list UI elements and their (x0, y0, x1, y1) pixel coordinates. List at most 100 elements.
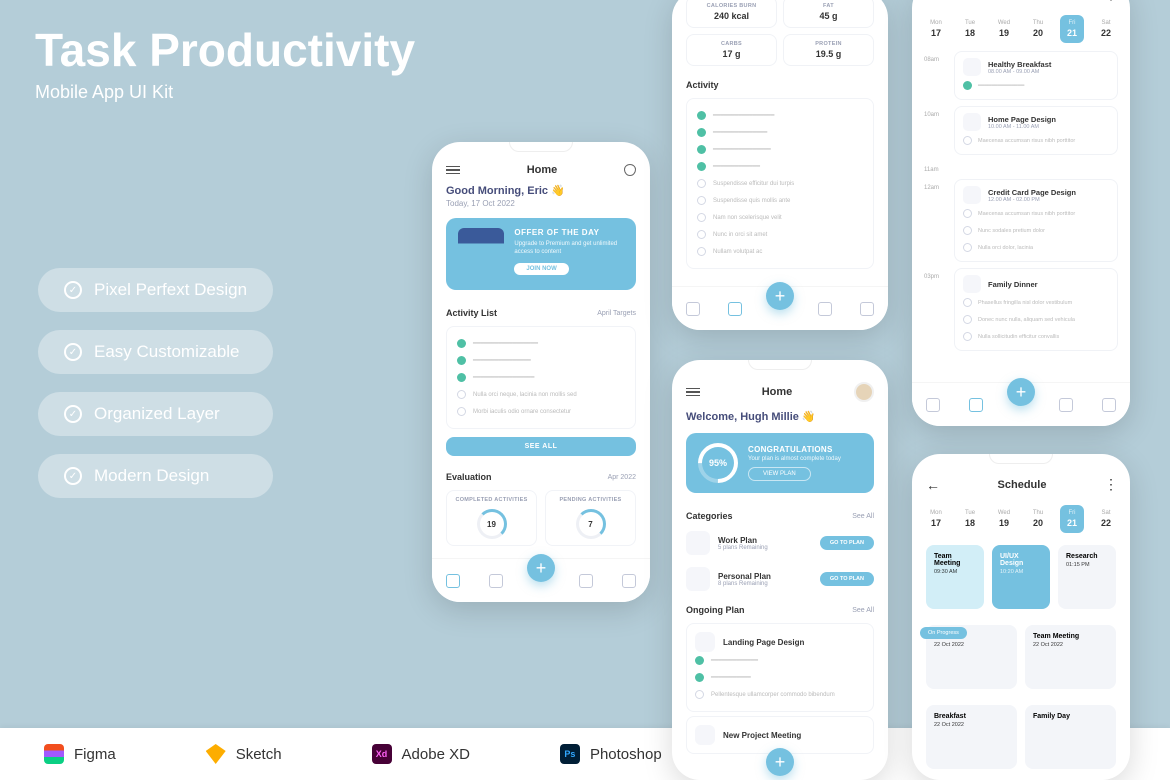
see-all-link[interactable]: See All (852, 513, 874, 520)
check-todo-icon[interactable] (695, 690, 704, 699)
chart-icon[interactable] (818, 302, 832, 316)
profile-icon[interactable] (1102, 398, 1116, 412)
home-icon[interactable] (446, 574, 460, 588)
check-todo-icon[interactable] (697, 230, 706, 239)
check-icon[interactable] (963, 332, 972, 341)
join-now-button[interactable]: JOIN NOW (514, 263, 568, 275)
day-cell[interactable]: Mon17 (924, 15, 948, 43)
check-todo-icon[interactable] (457, 390, 466, 399)
event-card[interactable]: Family DinnerPhasellus fringilla nisl do… (954, 268, 1118, 351)
event-card[interactable]: Healthy Breakfast08.00 AM - 09.00 AM━━━━… (954, 51, 1118, 100)
task-icon (695, 632, 715, 652)
greeting: Good Morning, Eric 👋 (446, 184, 636, 197)
menu-icon[interactable] (446, 166, 460, 175)
check-todo-icon[interactable] (697, 213, 706, 222)
stat-card[interactable]: CARBS17 g (686, 34, 777, 66)
go-to-plan-button[interactable]: GO TO PLAN (820, 536, 874, 550)
offer-card[interactable]: OFFER OF THE DAY Upgrade to Premium and … (446, 218, 636, 290)
see-all-link[interactable]: See All (852, 607, 874, 614)
day-cell[interactable]: Mon17 (924, 505, 948, 533)
check-icon: ✓ (64, 467, 82, 485)
day-cell[interactable]: Thu20 (1026, 15, 1050, 43)
check-todo-icon[interactable] (697, 179, 706, 188)
day-cell[interactable]: Sat22 (1094, 15, 1118, 43)
more-icon[interactable]: ⋮ (1104, 0, 1116, 3)
day-cell[interactable]: Tue18 (958, 15, 982, 43)
offer-illustration (458, 228, 504, 280)
event-card[interactable]: Home Page Design10.00 AM - 11.00 AMMaece… (954, 106, 1118, 155)
check-icon[interactable] (963, 298, 972, 307)
check-done-icon[interactable] (457, 356, 466, 365)
calendar-icon[interactable] (728, 302, 742, 316)
schedule-card[interactable]: Family Day (1025, 705, 1116, 769)
feature-pill: ✓Modern Design (38, 454, 273, 498)
check-todo-icon[interactable] (697, 196, 706, 205)
category-item[interactable]: Work Plan5 plans RemainingGO TO PLAN (672, 525, 888, 561)
stat-card[interactable]: PROTEIN19.5 g (783, 34, 874, 66)
check-todo-icon[interactable] (697, 247, 706, 256)
figma-icon (44, 744, 64, 764)
day-cell[interactable]: Wed19 (992, 15, 1016, 43)
go-to-plan-button[interactable]: GO TO PLAN (820, 572, 874, 586)
completed-card[interactable]: COMPLETED ACTIVITIES19 (446, 490, 537, 546)
profile-icon[interactable] (622, 574, 636, 588)
greeting-date: Today, 17 Oct 2022 (446, 199, 636, 208)
schedule-card[interactable]: Team Meeting09:30 AM (926, 545, 984, 609)
check-done-icon[interactable] (697, 128, 706, 137)
check-done-icon[interactable] (457, 373, 466, 382)
check-done-icon[interactable] (695, 673, 704, 682)
more-icon[interactable]: ⋮ (1104, 476, 1116, 493)
phone-stats: CALORIES BURN240 kcal FAT45 g CARBS17 g … (672, 0, 888, 330)
check-done-icon[interactable] (695, 656, 704, 665)
hero-title: Task Productivity (35, 25, 415, 76)
avatar[interactable] (854, 382, 874, 402)
stat-card[interactable]: FAT45 g (783, 0, 874, 28)
day-cell[interactable]: Thu20 (1026, 505, 1050, 533)
bell-icon[interactable] (624, 164, 636, 176)
fab-add-button[interactable]: + (766, 748, 794, 776)
schedule-card[interactable]: Research01:15 PM (1058, 545, 1116, 609)
chart-icon[interactable] (1059, 398, 1073, 412)
see-all-button[interactable]: SEE ALL (446, 437, 636, 456)
event-icon (963, 186, 981, 204)
check-done-icon[interactable] (697, 111, 706, 120)
schedule-card[interactable]: UI/UX Design10:20 AM (992, 545, 1050, 609)
day-cell[interactable]: Fri21 (1060, 505, 1084, 533)
calendar-icon[interactable] (489, 574, 503, 588)
day-cell[interactable]: Tue18 (958, 505, 982, 533)
check-icon[interactable] (963, 243, 972, 252)
fab-add-button[interactable]: + (766, 282, 794, 310)
day-cell[interactable]: Wed19 (992, 505, 1016, 533)
check-icon[interactable] (963, 315, 972, 324)
check-todo-icon[interactable] (457, 407, 466, 416)
category-item[interactable]: Personal Plan8 plans RemainingGO TO PLAN (672, 561, 888, 597)
day-cell[interactable]: Sat22 (1094, 505, 1118, 533)
menu-icon[interactable] (686, 388, 700, 397)
home-icon[interactable] (926, 398, 940, 412)
home-icon[interactable] (686, 302, 700, 316)
page-title: Home (527, 164, 558, 176)
schedule-card[interactable]: Team Meeting22 Oct 2022 (1025, 625, 1116, 689)
schedule-card[interactable]: Breakfast22 Oct 2022 (926, 705, 1017, 769)
pending-card[interactable]: PENDING ACTIVITIES7 (545, 490, 636, 546)
congrats-card[interactable]: 95% CONGRATULATIONS Your plan is almost … (686, 433, 874, 493)
day-cell[interactable]: Fri21 (1060, 15, 1084, 43)
calendar-icon[interactable] (969, 398, 983, 412)
fab-add-button[interactable]: + (527, 554, 555, 582)
event-card[interactable]: Credit Card Page Design12.00 AM - 02.00 … (954, 179, 1118, 262)
check-done-icon[interactable] (697, 145, 706, 154)
check-icon[interactable] (963, 81, 972, 90)
check-icon[interactable] (963, 136, 972, 145)
check-done-icon[interactable] (457, 339, 466, 348)
profile-icon[interactable] (860, 302, 874, 316)
fab-add-button[interactable]: + (1007, 378, 1035, 406)
check-done-icon[interactable] (697, 162, 706, 171)
progress-ring: 95% (690, 435, 747, 492)
chart-icon[interactable] (579, 574, 593, 588)
view-plan-button[interactable]: VIEW PLAN (748, 467, 811, 481)
check-icon[interactable] (963, 226, 972, 235)
back-icon[interactable]: ← (926, 477, 940, 493)
ongoing-card[interactable]: Landing Page Design ━━━━━━━━━━━━━ ━━━━━━… (686, 623, 874, 712)
stat-card[interactable]: CALORIES BURN240 kcal (686, 0, 777, 28)
check-icon[interactable] (963, 209, 972, 218)
